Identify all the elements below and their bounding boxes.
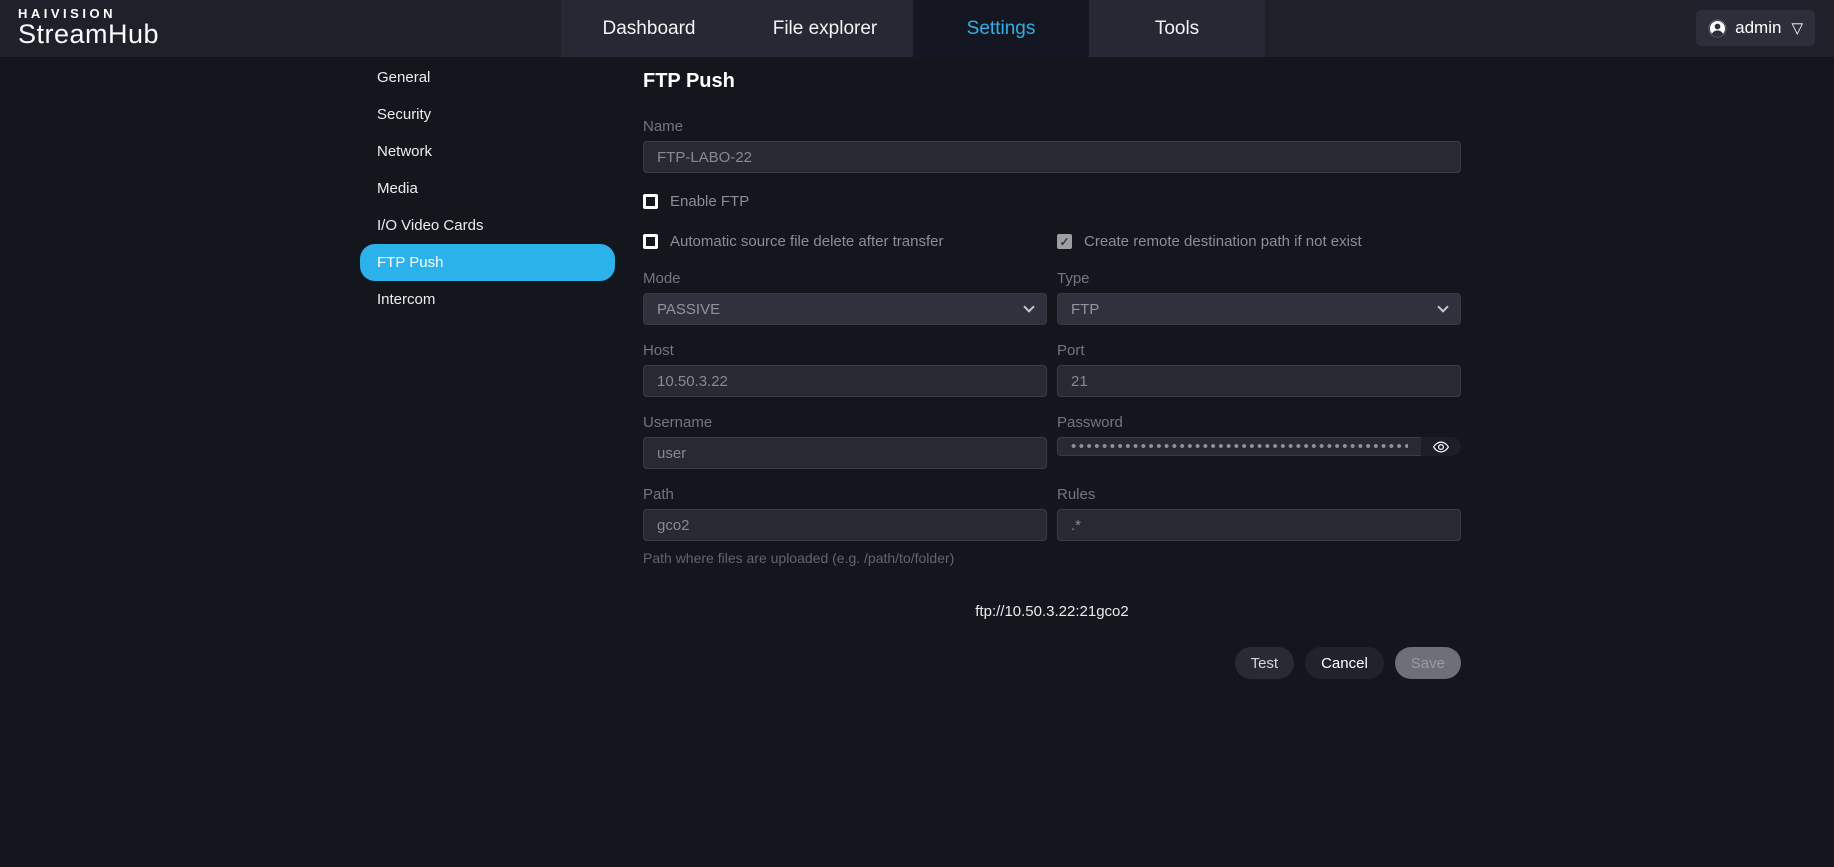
test-button[interactable]: Test: [1235, 647, 1295, 679]
path-help-text: Path where files are uploaded (e.g. /pat…: [643, 550, 1047, 566]
host-field-group: Host: [643, 342, 1047, 397]
host-input[interactable]: [643, 365, 1047, 397]
username-input[interactable]: [643, 437, 1047, 469]
name-input[interactable]: [643, 141, 1461, 173]
save-button[interactable]: Save: [1395, 647, 1461, 679]
eye-icon: [1432, 438, 1450, 456]
enable-ftp-row: ✓ Enable FTP: [643, 193, 1461, 210]
password-input[interactable]: ••••••••••••••••••••••••••••••••••••••••…: [1057, 437, 1421, 456]
path-input[interactable]: [643, 509, 1047, 541]
path-rules-row: Path Path where files are uploaded (e.g.…: [643, 486, 1461, 566]
password-field-group: Password •••••••••••••••••••••••••••••••…: [1057, 414, 1461, 469]
port-field-group: Port: [1057, 342, 1461, 397]
page-title: FTP Push: [643, 70, 1461, 93]
tab-settings[interactable]: Settings: [913, 0, 1089, 57]
brand-logo: HAIVISION StreamHub: [18, 6, 159, 50]
password-masked-value: ••••••••••••••••••••••••••••••••••••••••…: [1071, 438, 1408, 455]
brand-product: StreamHub: [18, 19, 159, 50]
host-port-row: Host Port: [643, 342, 1461, 397]
enable-ftp-checkbox[interactable]: ✓: [643, 194, 658, 209]
rules-input[interactable]: [1057, 509, 1461, 541]
ftp-push-panel: FTP Push Name ✓ Enable FTP ✓ Automatic s…: [643, 57, 1461, 679]
tab-file-explorer[interactable]: File explorer: [737, 0, 913, 57]
rules-label: Rules: [1057, 486, 1461, 503]
type-select[interactable]: FTP: [1057, 293, 1461, 325]
password-label: Password: [1057, 414, 1461, 431]
checkbox-options-row: ✓ Automatic source file delete after tra…: [643, 233, 1461, 250]
name-field-group: Name: [643, 118, 1461, 173]
settings-sidebar: General Security Network Media I/O Video…: [360, 59, 615, 318]
auto-delete-label: Automatic source file delete after trans…: [670, 233, 943, 250]
tab-tools[interactable]: Tools: [1089, 0, 1265, 57]
chevron-down-icon: [1023, 301, 1034, 312]
main-nav: Dashboard File explorer Settings Tools: [561, 0, 1265, 57]
ftp-url-preview: ftp://10.50.3.22:21gco2: [643, 603, 1461, 620]
host-label: Host: [643, 342, 1047, 359]
port-label: Port: [1057, 342, 1461, 359]
user-menu-button[interactable]: admin ▽: [1696, 10, 1815, 46]
mode-label: Mode: [643, 270, 1047, 287]
sidebar-item-io-video-cards[interactable]: I/O Video Cards: [360, 207, 615, 244]
check-icon: ✓: [1059, 236, 1069, 248]
user-name: admin: [1735, 18, 1781, 38]
show-password-button[interactable]: [1421, 437, 1461, 456]
mode-field-group: Mode PASSIVE: [643, 270, 1047, 325]
type-label: Type: [1057, 270, 1461, 287]
auto-delete-row: ✓ Automatic source file delete after tra…: [643, 233, 1047, 250]
mode-selected-value: PASSIVE: [657, 301, 720, 318]
enable-ftp-label: Enable FTP: [670, 193, 749, 210]
mode-type-row: Mode PASSIVE Type FTP: [643, 270, 1461, 325]
path-field-group: Path Path where files are uploaded (e.g.…: [643, 486, 1047, 566]
sidebar-item-media[interactable]: Media: [360, 170, 615, 207]
sidebar-item-ftp-push[interactable]: FTP Push: [360, 244, 615, 281]
credentials-row: Username Password ••••••••••••••••••••••…: [643, 414, 1461, 469]
port-input[interactable]: [1057, 365, 1461, 397]
name-label: Name: [643, 118, 1461, 135]
sidebar-item-security[interactable]: Security: [360, 96, 615, 133]
app-header: HAIVISION StreamHub Dashboard File explo…: [0, 0, 1834, 57]
type-selected-value: FTP: [1071, 301, 1099, 318]
create-remote-checkbox[interactable]: ✓: [1057, 234, 1072, 249]
form-actions: Test Cancel Save: [643, 647, 1461, 679]
sidebar-item-network[interactable]: Network: [360, 133, 615, 170]
auto-delete-checkbox[interactable]: ✓: [643, 234, 658, 249]
sidebar-item-general[interactable]: General: [360, 59, 615, 96]
dropdown-caret-icon: ▽: [1791, 19, 1803, 37]
type-field-group: Type FTP: [1057, 270, 1461, 325]
chevron-down-icon: [1437, 301, 1448, 312]
user-avatar-icon: [1708, 19, 1727, 38]
cancel-button[interactable]: Cancel: [1305, 647, 1384, 679]
username-label: Username: [643, 414, 1047, 431]
password-field[interactable]: ••••••••••••••••••••••••••••••••••••••••…: [1057, 437, 1461, 456]
path-label: Path: [643, 486, 1047, 503]
create-remote-label: Create remote destination path if not ex…: [1084, 233, 1362, 250]
rules-field-group: Rules: [1057, 486, 1461, 566]
username-field-group: Username: [643, 414, 1047, 469]
create-remote-row: ✓ Create remote destination path if not …: [1057, 233, 1461, 250]
sidebar-item-intercom[interactable]: Intercom: [360, 281, 615, 318]
mode-select[interactable]: PASSIVE: [643, 293, 1047, 325]
tab-dashboard[interactable]: Dashboard: [561, 0, 737, 57]
